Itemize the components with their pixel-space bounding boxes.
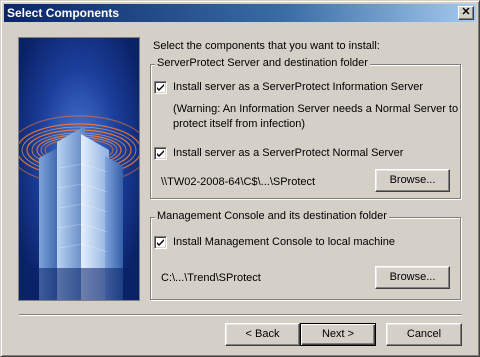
warning-text-line2: protect itself from infection) bbox=[173, 118, 306, 130]
warning-text-line1: (Warning: An Information Server needs a … bbox=[173, 103, 459, 115]
info-server-label[interactable]: Install server as a ServerProtect Inform… bbox=[173, 81, 423, 94]
normal-server-checkbox[interactable] bbox=[154, 147, 167, 160]
cancel-button[interactable]: Cancel bbox=[386, 323, 462, 346]
intro-text: Select the components that you want to i… bbox=[153, 40, 380, 52]
server-group-label: ServerProtect Server and destination fol… bbox=[155, 57, 370, 70]
console-browse-button[interactable]: Browse... bbox=[375, 266, 450, 289]
info-server-checkbox[interactable] bbox=[154, 81, 167, 94]
checkmark-icon bbox=[157, 150, 164, 157]
checkmark-icon bbox=[157, 239, 164, 246]
footer-separator bbox=[19, 314, 462, 316]
close-icon: ✕ bbox=[461, 6, 471, 18]
server-building-graphic bbox=[19, 38, 139, 300]
select-components-dialog: Select Components ✕ Select the component… bbox=[0, 0, 480, 357]
window-title: Select Components bbox=[7, 6, 120, 20]
checkmark-icon bbox=[157, 84, 164, 91]
console-path-text: C:\...\Trend\SProtect bbox=[161, 272, 261, 284]
next-button[interactable]: Next > bbox=[300, 323, 376, 346]
normal-server-label[interactable]: Install server as a ServerProtect Normal… bbox=[173, 147, 403, 160]
close-button[interactable]: ✕ bbox=[458, 6, 474, 20]
server-path-text: \\TW02-2008-64\C$\...\SProtect bbox=[161, 176, 316, 188]
back-button[interactable]: < Back bbox=[225, 323, 300, 346]
title-bar[interactable]: Select Components ✕ bbox=[4, 4, 476, 22]
install-console-label[interactable]: Install Management Console to local mach… bbox=[173, 236, 395, 249]
install-console-checkbox[interactable] bbox=[154, 236, 167, 249]
console-group-label: Management Console and its destination f… bbox=[155, 210, 389, 223]
server-browse-button[interactable]: Browse... bbox=[375, 169, 450, 192]
banner-image bbox=[19, 38, 139, 300]
